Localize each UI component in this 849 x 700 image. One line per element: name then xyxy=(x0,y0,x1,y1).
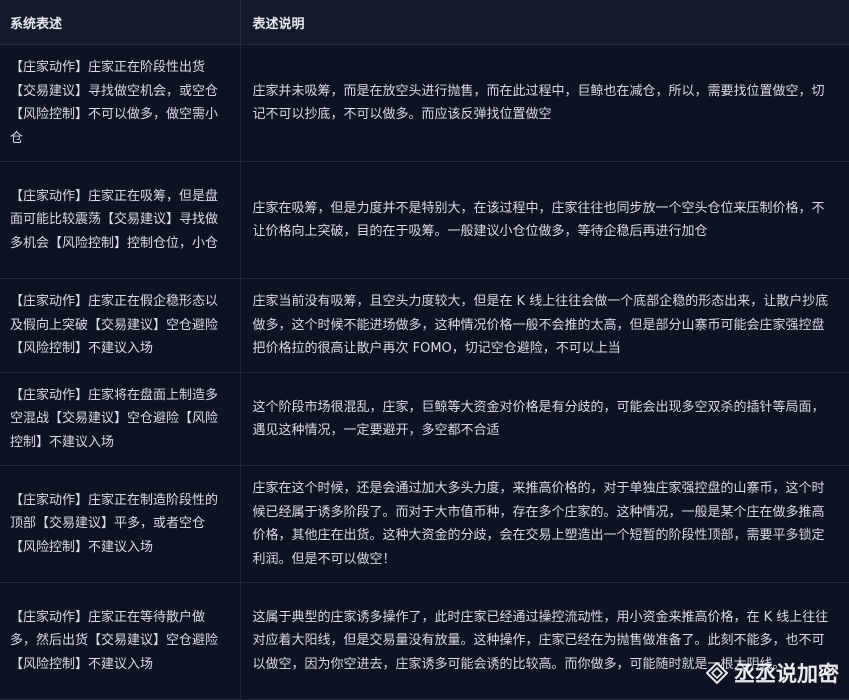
table-row: 【庄家动作】庄家正在吸筹，但是盘面可能比较震荡【交易建议】寻找做多机会【风险控制… xyxy=(0,161,849,279)
table-row: 【庄家动作】庄家正在阶段性出货【交易建议】寻找做空机会，或空仓【风险控制】不可以… xyxy=(0,44,849,162)
diamond-logo-icon xyxy=(705,661,729,685)
explanation-cell: 庄家当前没有吸筹，且空头力度较大，但是在 K 线上往往会做一个底部企稳的形态出来… xyxy=(240,278,849,373)
statement-cell: 【庄家动作】庄家正在假企稳形态以及假向上突破【交易建议】空仓避险【风险控制】不建… xyxy=(0,278,241,373)
column-header-statement: 系统表述 xyxy=(0,0,241,45)
statement-cell: 【庄家动作】庄家正在制造阶段性的顶部【交易建议】平多，或者空仓【风险控制】不建议… xyxy=(0,465,241,583)
statement-cell: 【庄家动作】庄家正在阶段性出货【交易建议】寻找做空机会，或空仓【风险控制】不可以… xyxy=(0,44,241,162)
explanation-cell: 这个阶段市场很混乱，庄家，巨鲸等大资金对价格是有分歧的，可能会出现多空双杀的插针… xyxy=(240,372,849,466)
statement-cell: 【庄家动作】庄家正在吸筹，但是盘面可能比较震荡【交易建议】寻找做多机会【风险控制… xyxy=(0,161,241,279)
column-header-explanation: 表述说明 xyxy=(240,0,849,45)
explanation-cell: 庄家在吸筹，但是力度并不是特别大，在该过程中，庄家往往也同步放一个空头仓位来压制… xyxy=(240,161,849,279)
watermark-text: 丞丞说加密 xyxy=(734,662,839,686)
watermark: 丞丞说加密 xyxy=(705,658,839,688)
statement-cell: 【庄家动作】庄家正在等待散户做多，然后出货【交易建议】空仓避险【风险控制】不建议… xyxy=(0,582,241,700)
explanation-cell: 庄家在这个时候，还是会通过加大多头力度，来推高价格的，对于单独庄家强控盘的山寨币… xyxy=(240,465,849,583)
explanation-cell: 庄家并未吸筹，而是在放空头进行抛售，而在此过程中，巨鲸也在减仓，所以，需要找位置… xyxy=(240,44,849,162)
statement-cell: 【庄家动作】庄家将在盘面上制造多空混战【交易建议】空仓避险【风险控制】不建议入场 xyxy=(0,372,241,466)
table-row: 【庄家动作】庄家正在制造阶段性的顶部【交易建议】平多，或者空仓【风险控制】不建议… xyxy=(0,465,849,583)
table-row: 【庄家动作】庄家将在盘面上制造多空混战【交易建议】空仓避险【风险控制】不建议入场… xyxy=(0,372,849,466)
table-header-row: 系统表述 表述说明 xyxy=(0,0,849,45)
comparison-table: 系统表述 表述说明 【庄家动作】庄家正在阶段性出货【交易建议】寻找做空机会，或空… xyxy=(0,0,849,700)
table-row: 【庄家动作】庄家正在假企稳形态以及假向上突破【交易建议】空仓避险【风险控制】不建… xyxy=(0,278,849,373)
